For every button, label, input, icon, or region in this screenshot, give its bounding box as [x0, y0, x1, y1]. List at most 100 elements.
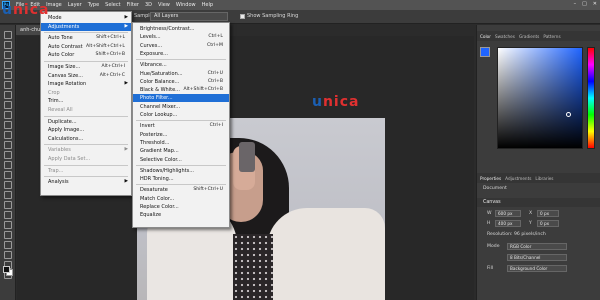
- pen-tool-icon[interactable]: [4, 181, 12, 189]
- adjustments-menu-item[interactable]: Shadows/Highlights...: [133, 167, 229, 175]
- minimize-icon[interactable]: –: [574, 1, 577, 7]
- adjustments-menu-item[interactable]: Curves... Ctrl+M: [133, 42, 229, 50]
- checkbox-icon[interactable]: [240, 13, 245, 19]
- adjustments-menu-item[interactable]: Selective Color...: [133, 156, 229, 164]
- adjustments-menu-item[interactable]: HDR Toning...: [133, 175, 229, 183]
- width-field[interactable]: 600 px: [495, 210, 521, 217]
- frame-tool-icon[interactable]: [4, 81, 12, 89]
- submenu-arrow-icon: ▶: [124, 15, 128, 20]
- image-menu-item[interactable]: Apply Image...: [41, 126, 131, 134]
- y-field[interactable]: 0 px: [537, 220, 559, 227]
- resolution-text: Resolution: 96 pixels/inch: [487, 232, 546, 237]
- blur-tool-icon[interactable]: [4, 161, 12, 169]
- move-tool-icon[interactable]: [4, 31, 12, 39]
- menu-filter[interactable]: Filter: [124, 2, 142, 8]
- image-menu-item[interactable]: Mode ▶: [41, 14, 131, 22]
- submenu-arrow-icon: ▶: [124, 23, 128, 29]
- path-select-icon[interactable]: [4, 201, 12, 209]
- adjustments-menu-item[interactable]: Color Lookup...: [133, 111, 229, 119]
- hand-tool-icon[interactable]: [4, 221, 12, 229]
- adjustments-menu-item-label: Channel Mixer...: [140, 103, 181, 110]
- clone-stamp-icon[interactable]: [4, 121, 12, 129]
- canvas-section-header[interactable]: Canvas: [477, 198, 600, 207]
- adjustments-menu-item[interactable]: Replace Color...: [133, 203, 229, 211]
- eyedropper-icon[interactable]: [4, 91, 12, 99]
- tab-libraries[interactable]: Libraries: [535, 176, 553, 181]
- adjustments-menu-item[interactable]: Brightness/Contrast...: [133, 25, 229, 33]
- gradient-tool-icon[interactable]: [4, 151, 12, 159]
- menu-view[interactable]: View: [155, 2, 173, 8]
- sample-select-value: All Layers: [154, 13, 179, 19]
- adjustments-menu-item[interactable]: Invert Ctrl+I: [133, 122, 229, 130]
- bit-depth-select[interactable]: 8 Bits/Channel: [507, 254, 567, 261]
- image-menu-item[interactable]: Canvas Size... Alt+Ctrl+C: [41, 72, 131, 80]
- image-menu-item[interactable]: Image Size... Alt+Ctrl+I: [41, 63, 131, 71]
- menu-layer[interactable]: Layer: [65, 2, 85, 8]
- image-menu-item[interactable]: Auto Color Shift+Ctrl+B: [41, 51, 131, 59]
- adjustments-menu-item[interactable]: Match Color...: [133, 195, 229, 203]
- adjustments-menu-item[interactable]: Exposure...: [133, 50, 229, 58]
- adjustments-menu-item[interactable]: Color Balance... Ctrl+B: [133, 78, 229, 86]
- menu-help[interactable]: Help: [199, 2, 216, 8]
- type-tool-icon[interactable]: [4, 191, 12, 199]
- edit-toolbar-icon[interactable]: [4, 251, 12, 259]
- maximize-icon[interactable]: □: [582, 1, 587, 7]
- close-icon[interactable]: ✕: [593, 1, 597, 7]
- image-menu-item[interactable]: Auto Contrast Alt+Shift+Ctrl+L: [41, 43, 131, 51]
- brush-tool-icon[interactable]: [4, 111, 12, 119]
- tab-gradients[interactable]: Gradients: [519, 34, 539, 39]
- adjustments-menu-item[interactable]: Hue/Saturation... Ctrl+U: [133, 70, 229, 78]
- menu-select[interactable]: Select: [102, 2, 123, 8]
- hue-slider[interactable]: [587, 47, 595, 149]
- rectangle-tool-icon[interactable]: [4, 211, 12, 219]
- crop-tool-icon[interactable]: [4, 71, 12, 79]
- eraser-tool-icon[interactable]: [4, 141, 12, 149]
- image-menu-item[interactable]: Analysis ▶: [41, 178, 131, 186]
- menu-type[interactable]: Type: [85, 2, 102, 8]
- fill-select[interactable]: Background Color: [507, 265, 567, 272]
- tab-properties[interactable]: Properties: [480, 176, 501, 181]
- adjustments-menu-item[interactable]: Posterize...: [133, 131, 229, 139]
- history-brush-icon[interactable]: [4, 131, 12, 139]
- tab-swatches[interactable]: Swatches: [495, 34, 515, 39]
- image-menu-item[interactable]: Adjustments ▶: [41, 22, 131, 31]
- adjustments-menu-item[interactable]: Photo Filter...: [133, 94, 229, 103]
- menu-3d[interactable]: 3D: [142, 2, 155, 8]
- sampling-ring-toggle[interactable]: Show Sampling Ring: [240, 13, 298, 19]
- quick-select-icon[interactable]: [4, 61, 12, 69]
- current-color-swatch[interactable]: [480, 47, 490, 57]
- more-tools-icon[interactable]: [4, 241, 12, 249]
- foreground-color-swatch[interactable]: [3, 266, 10, 273]
- menu-window[interactable]: Window: [173, 2, 199, 8]
- adjustments-menu-item[interactable]: Equalize: [133, 211, 229, 219]
- tab-color[interactable]: Color: [480, 34, 491, 39]
- menu-separator: [44, 115, 128, 117]
- adjustments-menu-item[interactable]: Vibrance...: [133, 61, 229, 69]
- mode-select[interactable]: RGB Color: [507, 243, 567, 250]
- color-cursor-icon[interactable]: [566, 112, 571, 117]
- height-field[interactable]: 400 px: [495, 220, 521, 227]
- tab-patterns[interactable]: Patterns: [543, 34, 560, 39]
- adjustments-menu-item[interactable]: Black & White... Alt+Shift+Ctrl+B: [133, 86, 229, 94]
- lasso-tool-icon[interactable]: [4, 51, 12, 59]
- image-menu-item[interactable]: Duplicate...: [41, 118, 131, 126]
- adjustments-menu-item[interactable]: Levels... Ctrl+L: [133, 33, 229, 41]
- marquee-tool-icon[interactable]: [4, 41, 12, 49]
- sample-select[interactable]: All Layers: [150, 12, 228, 21]
- image-menu-item[interactable]: Image Rotation ▶: [41, 80, 131, 88]
- color-picker-field[interactable]: [497, 47, 583, 149]
- adjustments-menu-item[interactable]: Gradient Map...: [133, 147, 229, 155]
- menu-separator: [44, 61, 128, 62]
- adjustments-menu-item-label: Photo Filter...: [140, 95, 173, 102]
- adjustments-menu-item[interactable]: Desaturate Shift+Ctrl+U: [133, 186, 229, 194]
- x-field[interactable]: 0 px: [537, 210, 559, 217]
- adjustments-menu-item[interactable]: Channel Mixer...: [133, 103, 229, 111]
- image-menu-item[interactable]: Auto Tone Shift+Ctrl+L: [41, 34, 131, 42]
- healing-brush-icon[interactable]: [4, 101, 12, 109]
- image-menu-item[interactable]: Calculations...: [41, 135, 131, 143]
- tab-adjustments[interactable]: Adjustments: [505, 176, 531, 181]
- adjustments-menu-item[interactable]: Threshold...: [133, 139, 229, 147]
- image-menu-item[interactable]: Trim...: [41, 97, 131, 105]
- zoom-tool-icon[interactable]: [4, 231, 12, 239]
- dodge-tool-icon[interactable]: [4, 171, 12, 179]
